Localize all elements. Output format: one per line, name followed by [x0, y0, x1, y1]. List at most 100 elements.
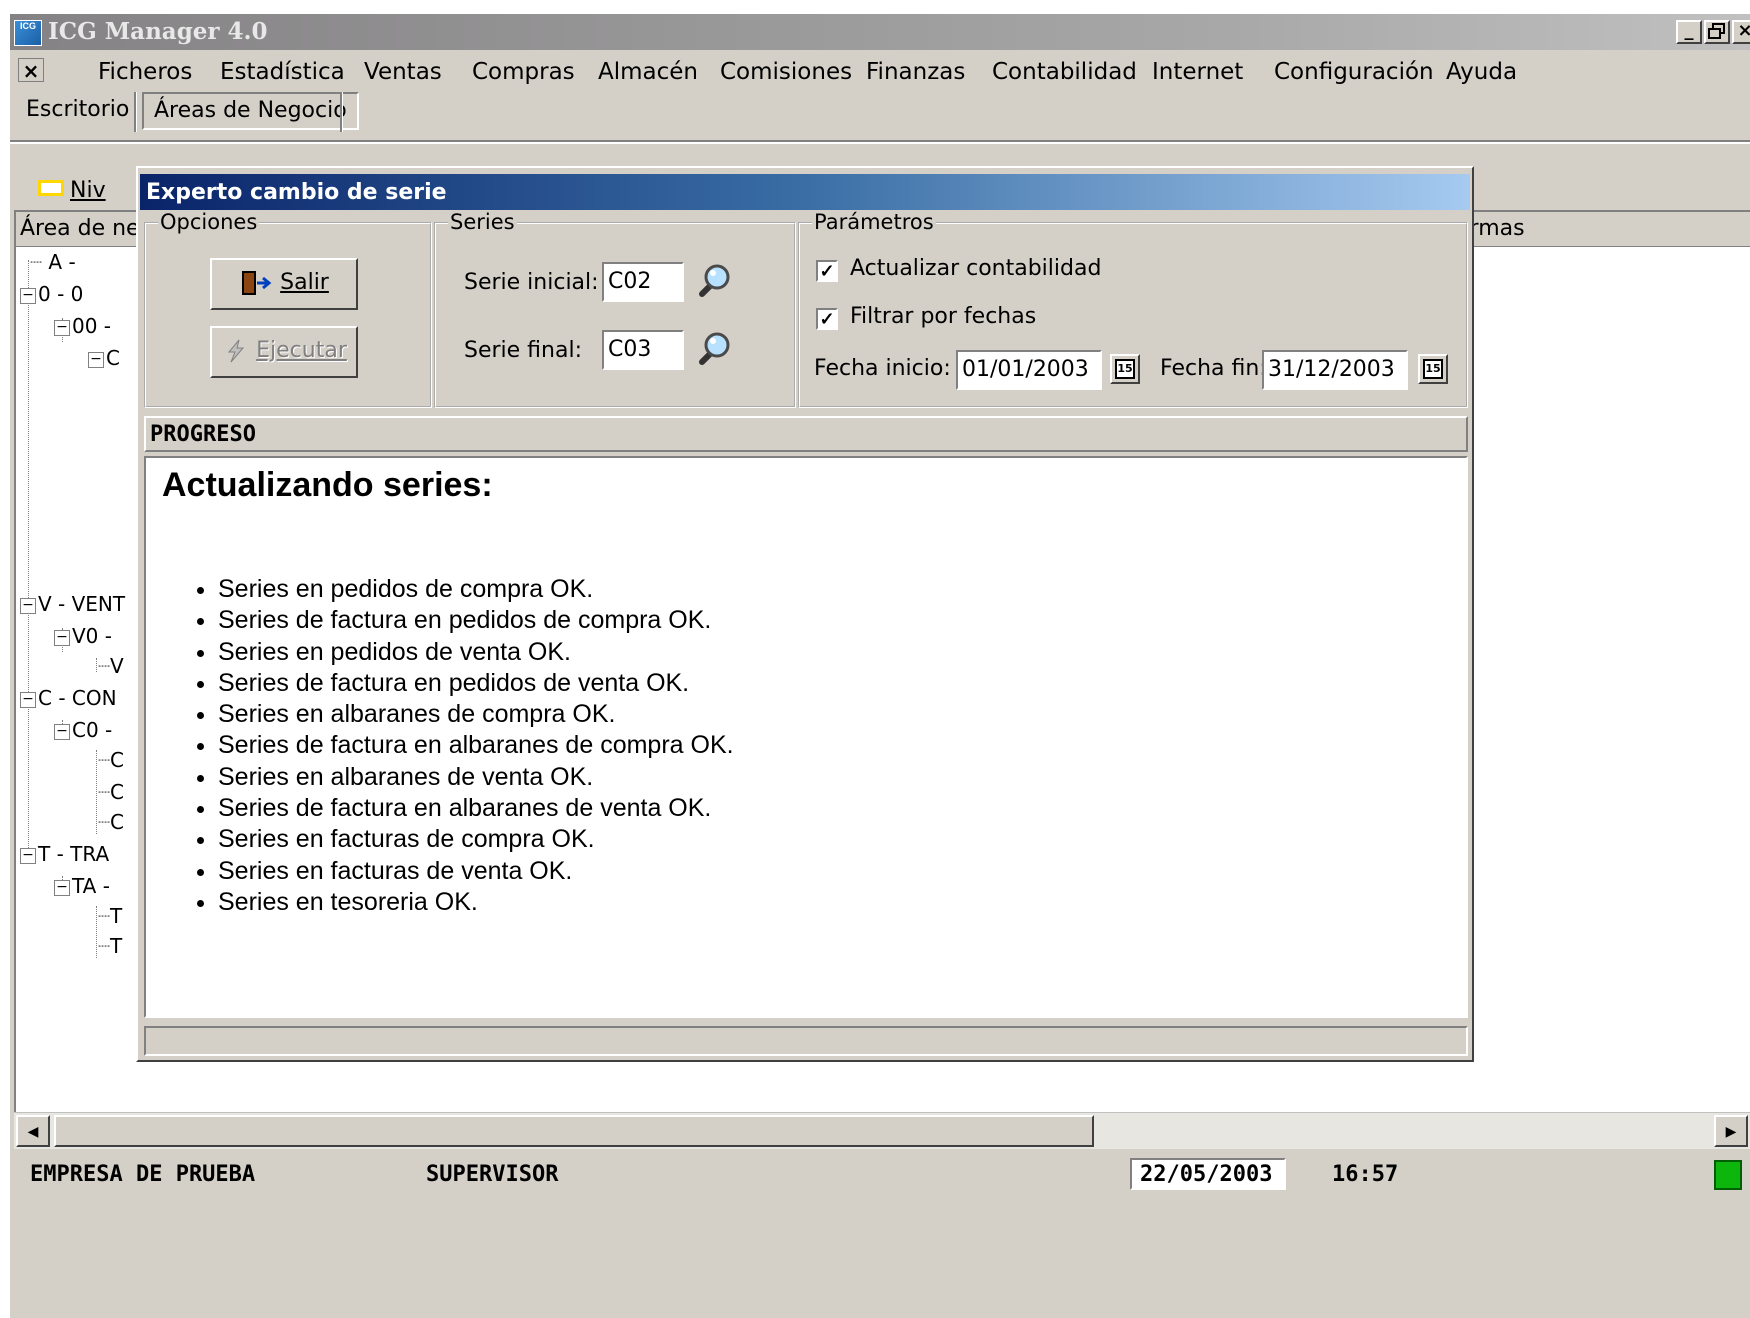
dialog-title: Experto cambio de serie [146, 180, 447, 205]
parametros-group: Parámetros ✓ Actualizar contabilidad ✓ F… [798, 210, 1468, 408]
tree-node[interactable]: − V - VENT [20, 592, 125, 616]
status-date: 22/05/2003 [1140, 1162, 1273, 1187]
menu-ayuda[interactable]: Ayuda [1446, 59, 1517, 85]
collapse-icon[interactable]: − [20, 597, 36, 614]
menu-finanzas[interactable]: Finanzas [866, 59, 965, 85]
tree-node-label: T [110, 904, 123, 928]
collapse-icon[interactable]: − [88, 351, 104, 368]
tree-node[interactable]: ┈C [98, 780, 124, 804]
restore-button[interactable] [1704, 20, 1730, 44]
filtrar-fechas-checkbox[interactable]: ✓ [816, 308, 838, 330]
ejecutar-button[interactable]: Ejecutar [210, 326, 358, 378]
collapse-icon[interactable]: − [54, 723, 70, 740]
actualizar-contabilidad-checkbox[interactable]: ✓ [816, 260, 838, 282]
tab-areas-de-negocio[interactable]: Áreas de Negocio [142, 92, 359, 130]
collapse-icon[interactable]: − [20, 287, 36, 304]
salir-button[interactable]: Salir [210, 258, 358, 310]
mdi-close-button[interactable]: × [18, 58, 44, 83]
tree-node-label: TA - [72, 874, 110, 898]
series-legend: Series [448, 210, 517, 234]
tree-node[interactable]: −00 - [54, 314, 111, 338]
series-group: Series Serie inicial: C02 Serie final: C… [434, 210, 796, 408]
progress-item: Series en facturas de compra OK. [218, 824, 734, 855]
fecha-fin-calendar-button[interactable]: 15 [1418, 354, 1448, 384]
tree-node[interactable]: − C - CON [20, 686, 117, 710]
scroll-thumb[interactable] [54, 1115, 1094, 1147]
tree-node-label: C0 - [72, 718, 113, 742]
title-bar[interactable]: ICG ICG Manager 4.0 _ × [10, 14, 1750, 50]
tree-node[interactable]: − V0 - [54, 624, 112, 648]
progress-list: Series en pedidos de compra OK. Series d… [168, 574, 734, 918]
dialog-title-bar[interactable]: Experto cambio de serie [140, 174, 1470, 210]
menu-almacen[interactable]: Almacén [598, 59, 698, 85]
search-serie-final-button[interactable] [692, 330, 732, 370]
menu-contabilidad[interactable]: Contabilidad [992, 59, 1137, 85]
parametros-legend: Parámetros [812, 210, 936, 234]
calendar-icon: 15 [1115, 359, 1135, 379]
progress-header-label: PROGRESO [150, 422, 256, 447]
status-date-cell: 22/05/2003 [1130, 1158, 1286, 1190]
serie-final-input[interactable]: C03 [602, 330, 684, 370]
fecha-fin-input[interactable]: 31/12/2003 [1262, 350, 1408, 390]
window-title: ICG Manager 4.0 [48, 18, 268, 45]
tree-node[interactable]: −0 - 0 [20, 282, 83, 306]
tree-node[interactable]: ┈T [98, 904, 122, 928]
tree-connector [96, 658, 97, 672]
tree-node[interactable]: ┈T [98, 934, 122, 958]
progress-panel: Actualizando series: Series en pedidos d… [144, 456, 1468, 1018]
progress-title: Actualizando series: [162, 466, 493, 504]
exit-door-icon [242, 271, 272, 295]
lightning-icon [228, 339, 245, 363]
nivel-label: Niv [70, 178, 106, 203]
status-bar: EMPRESA DE PRUEBA SUPERVISOR 22/05/2003 … [10, 1156, 1750, 1196]
close-button[interactable]: × [1732, 20, 1750, 44]
menu-internet[interactable]: Internet [1152, 59, 1243, 85]
tree-connector [96, 906, 97, 958]
collapse-icon[interactable]: − [20, 691, 36, 708]
tree-connector [28, 260, 29, 860]
nivel-button[interactable]: Niv [70, 178, 106, 203]
tree-node[interactable]: ┈V [98, 654, 124, 678]
scroll-right-button[interactable]: ▶ [1714, 1115, 1748, 1147]
tree-connector [96, 750, 97, 834]
tree-node-label: C [106, 346, 120, 370]
minimize-button[interactable]: _ [1676, 20, 1702, 44]
tree-node[interactable]: − C0 - [54, 718, 112, 742]
menu-compras[interactable]: Compras [472, 59, 575, 85]
magnifier-icon [699, 264, 730, 297]
collapse-icon[interactable]: − [54, 319, 70, 336]
tree-node[interactable]: ┈C [98, 810, 124, 834]
tree-node[interactable]: ┈ A - [30, 250, 76, 274]
opciones-group: Opciones Salir Ejecutar [144, 210, 432, 408]
collapse-icon[interactable]: − [54, 879, 70, 896]
menu-configuracion[interactable]: Configuración [1274, 59, 1434, 85]
fecha-inicio-calendar-button[interactable]: 15 [1110, 354, 1140, 384]
magnifier-icon [699, 332, 730, 365]
collapse-icon[interactable]: − [54, 629, 70, 646]
serie-inicial-input[interactable]: C02 [602, 262, 684, 302]
arrow-left-icon: ◀ [27, 1123, 39, 1139]
column-header-area[interactable]: Área de ne [20, 216, 140, 241]
tree-node[interactable]: − C [88, 346, 120, 370]
progress-header: PROGRESO [144, 416, 1468, 452]
tree-node-label: 00 - [72, 314, 112, 338]
experto-cambio-serie-dialog: Experto cambio de serie Opciones Salir E… [136, 166, 1474, 1062]
level-icon [38, 180, 64, 196]
menu-ficheros[interactable]: Ficheros [98, 59, 192, 85]
tree-node[interactable]: − T - TRA [20, 842, 109, 866]
menu-ventas[interactable]: Ventas [364, 59, 442, 85]
tree-node[interactable]: ┈C [98, 748, 124, 772]
tree-node-label: V0 - [72, 624, 112, 648]
menu-comisiones[interactable]: Comisiones [720, 59, 852, 85]
tree-node[interactable]: − TA - [54, 874, 110, 898]
menu-estadistica[interactable]: Estadística [220, 59, 345, 85]
progress-item: Series en pedidos de compra OK. [218, 574, 734, 605]
fecha-inicio-input[interactable]: 01/01/2003 [956, 350, 1102, 390]
salir-label: Salir [280, 270, 329, 295]
search-serie-inicial-button[interactable] [692, 262, 732, 302]
tab-escritorio[interactable]: Escritorio [26, 97, 129, 122]
app-icon: ICG [14, 20, 42, 46]
horizontal-scrollbar[interactable]: ◀ ▶ [14, 1112, 1750, 1149]
scroll-left-button[interactable]: ◀ [16, 1115, 50, 1147]
collapse-icon[interactable]: − [20, 847, 36, 864]
